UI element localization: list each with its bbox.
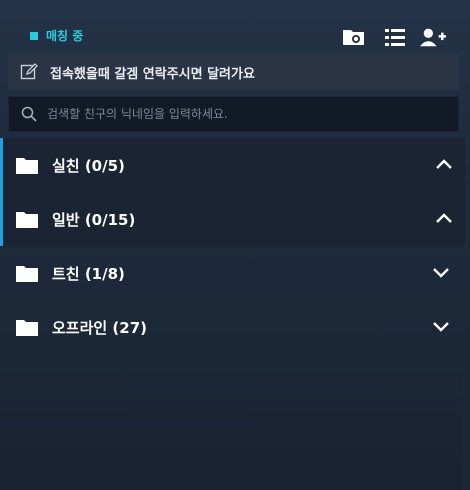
folder-settings-icon: [343, 30, 364, 45]
status-dot-icon: [30, 31, 38, 40]
folder-icon: [16, 158, 38, 174]
chevron-down-icon[interactable]: [432, 266, 450, 278]
list-view-button[interactable]: [382, 26, 408, 48]
matching-status: 매칭 중: [30, 27, 83, 44]
search-input[interactable]: [45, 106, 429, 122]
group-label: 트친 (1/8): [52, 264, 125, 283]
chevron-up-icon[interactable]: [435, 158, 453, 170]
chevron-down-icon[interactable]: [432, 320, 450, 332]
status-message-text: 접속했을때 갈겜 연락주시면 달려가요: [50, 66, 255, 82]
list-icon: [385, 29, 405, 46]
top-bar: [0, 0, 470, 16]
add-friend-button[interactable]: [420, 26, 446, 48]
friend-search-bar[interactable]: [8, 96, 459, 132]
folder-settings-button[interactable]: [341, 26, 367, 48]
status-message-field[interactable]: 접속했을때 갈겜 연락주시면 달려가요: [8, 54, 459, 90]
status-label: 매칭 중: [46, 29, 84, 43]
group-twitter-friends[interactable]: 트친 (1/8): [0, 246, 462, 300]
group-label: 일반 (0/15): [52, 210, 136, 229]
folder-icon: [16, 212, 38, 228]
chevron-up-icon[interactable]: [435, 212, 453, 224]
group-offline[interactable]: 오프라인 (27): [0, 300, 462, 354]
group-label: 실친 (0/5): [52, 156, 125, 175]
folder-icon: [16, 320, 38, 336]
edit-icon: [20, 63, 38, 80]
list-empty-area: [0, 350, 462, 490]
search-icon: [21, 106, 37, 122]
group-real-friends[interactable]: 실친 (0/5): [0, 138, 465, 192]
folder-icon: [16, 266, 38, 282]
add-friend-icon: [420, 28, 446, 47]
group-general[interactable]: 일반 (0/15): [0, 192, 465, 246]
group-label: 오프라인 (27): [52, 318, 148, 337]
